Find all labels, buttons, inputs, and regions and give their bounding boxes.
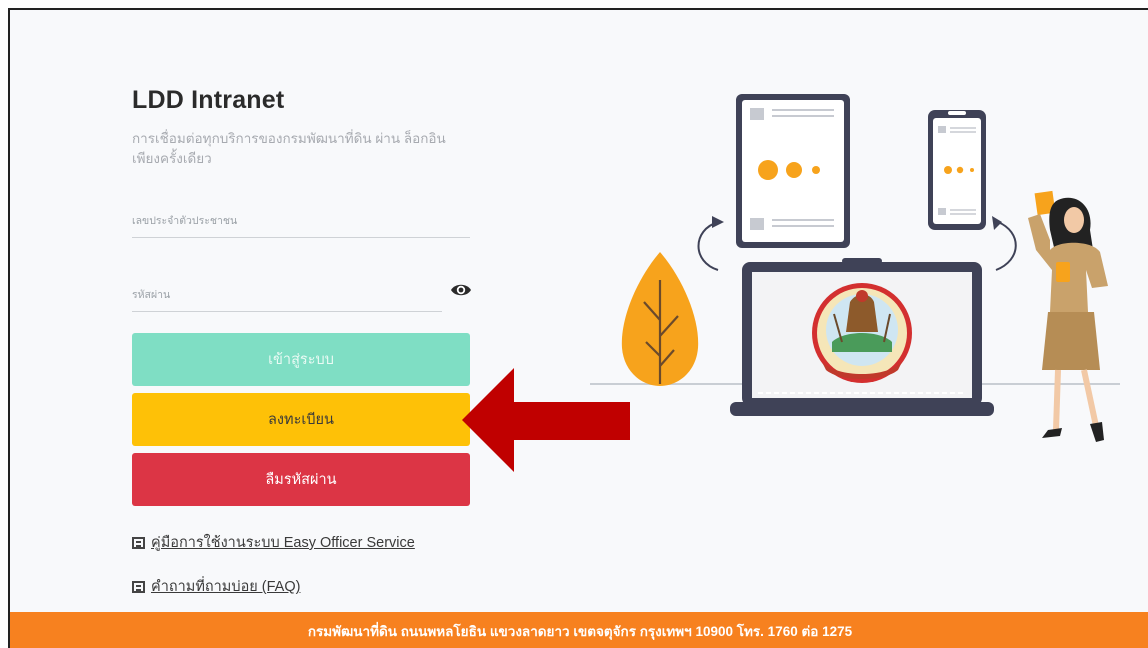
footer-address: กรมพัฒนาที่ดิน ถนนพหลโยธิน แขวงลาดยาว เข… xyxy=(307,624,853,639)
faq-link[interactable]: คำถามที่ถามบ่อย (FAQ) xyxy=(132,575,300,598)
sync-arrow-right xyxy=(995,221,1017,271)
phone-illustration xyxy=(928,110,986,230)
forgot-password-button[interactable]: ลืมรหัสผ่าน xyxy=(132,453,470,506)
manual-link[interactable]: คู่มือการใช้งานระบบ Easy Officer Service xyxy=(132,531,415,554)
laptop-illustration xyxy=(730,258,994,416)
tree-icon xyxy=(621,252,699,386)
book-icon xyxy=(132,580,145,593)
password-field[interactable]: รหัสผ่าน xyxy=(132,282,442,312)
woman-illustration xyxy=(1028,190,1108,442)
tablet-illustration xyxy=(736,94,850,248)
login-button[interactable]: เข้าสู่ระบบ xyxy=(132,333,470,386)
page-subtitle: การเชื่อมต่อทุกบริการของกรมพัฒนาที่ดิน ผ… xyxy=(132,131,446,166)
eye-icon[interactable] xyxy=(450,282,472,298)
citizen-id-field[interactable]: เลขประจำตัวประชาชน xyxy=(132,208,470,238)
page-title: LDD Intranet xyxy=(132,86,285,114)
login-panel: LDD Intranet การเชื่อมต่อทุกบริการของกรม… xyxy=(132,86,472,595)
register-button[interactable]: ลงทะเบียน xyxy=(132,393,470,446)
citizen-id-placeholder: เลขประจำตัวประชาชน xyxy=(132,215,238,227)
book-icon xyxy=(132,536,145,549)
sync-arrow-left xyxy=(697,221,719,271)
ldd-logo xyxy=(812,283,912,383)
manual-link-label: คู่มือการใช้งานระบบ Easy Officer Service xyxy=(151,535,415,551)
footer-bar: กรมพัฒนาที่ดิน ถนนพหลโยธิน แขวงลาดยาว เข… xyxy=(10,612,1148,648)
page-frame: LDD Intranet การเชื่อมต่อทุกบริการของกรม… xyxy=(8,8,1148,648)
hero-illustration xyxy=(590,94,1120,442)
faq-link-label: คำถามที่ถามบ่อย (FAQ) xyxy=(151,579,301,595)
password-placeholder: รหัสผ่าน xyxy=(132,289,171,301)
